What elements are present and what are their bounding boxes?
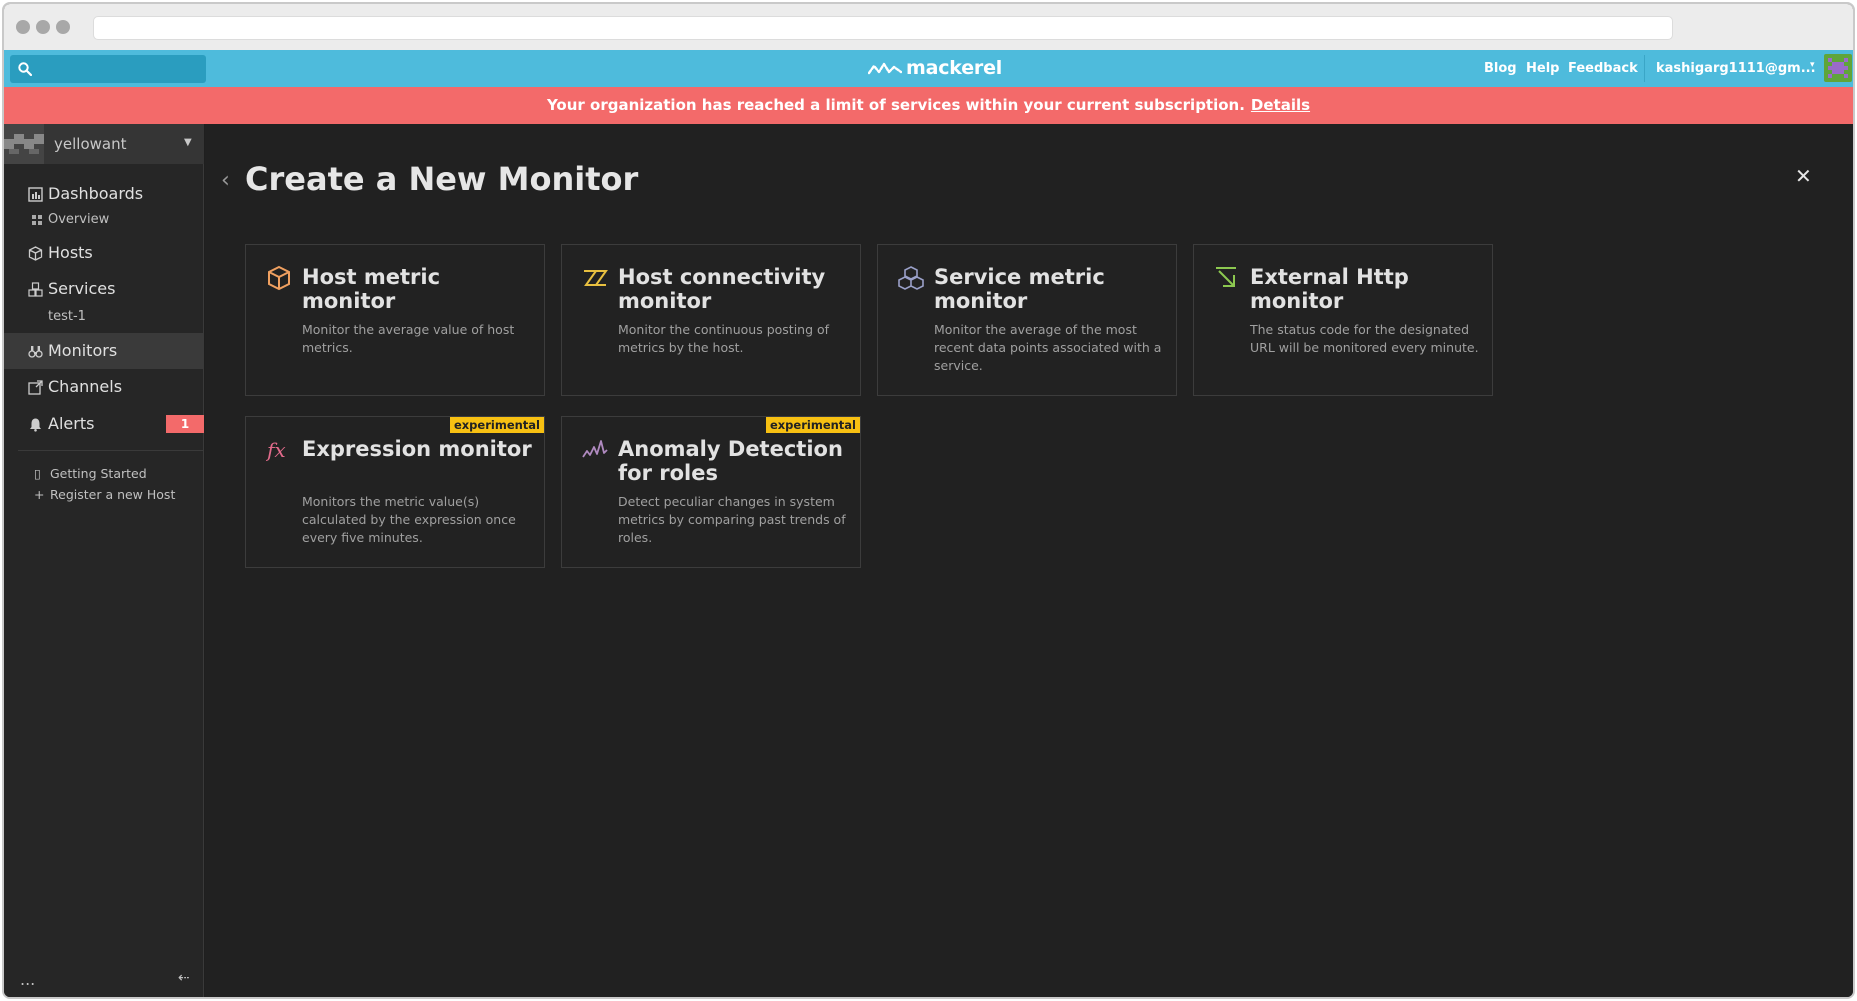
org-pixel-icon [4, 134, 44, 154]
dashboard-icon [28, 187, 43, 202]
back-arrow-icon[interactable]: ‹ [221, 168, 230, 193]
browser-chrome [4, 4, 1853, 50]
banner-details-link[interactable]: Details [1251, 96, 1310, 114]
monitor-card-expression[interactable]: experimental fx Expression monitor Monit… [245, 416, 545, 568]
sidebar-subitem-overview[interactable]: Overview [32, 212, 110, 227]
browser-window: mackerel Blog Help Feedback kashigarg111… [2, 2, 1855, 999]
card-description: Monitor the continuous posting of metric… [618, 322, 830, 355]
sidebar-item-label: Alerts [48, 414, 95, 433]
divider [1644, 55, 1645, 82]
sidebar-item-channels[interactable]: Channels [4, 369, 204, 405]
getting-started-link[interactable]: ▯ Getting Started [34, 466, 147, 481]
search-input[interactable] [10, 55, 206, 83]
card-description: Monitors the metric value(s) calculated … [302, 494, 516, 545]
banner-message: Your organization has reached a limit of… [546, 96, 1245, 114]
card-title: Expression monitor [302, 437, 532, 461]
window-minimize-dot[interactable] [36, 20, 50, 34]
sidebar-item-label: Dashboards [48, 184, 144, 203]
address-bar[interactable] [93, 16, 1673, 40]
window-maximize-dot[interactable] [56, 20, 70, 34]
monitor-card-anomaly-detection[interactable]: experimental Anomaly Detection for roles… [561, 416, 861, 568]
overview-label: Overview [48, 212, 110, 227]
window-close-dot[interactable] [16, 20, 30, 34]
org-name: yellowant [54, 135, 127, 153]
top-navbar: mackerel Blog Help Feedback kashigarg111… [4, 50, 1853, 87]
plus-icon: + [34, 487, 45, 502]
card-title: Host connectivity monitor [618, 265, 826, 313]
host-metric-icon [268, 265, 290, 291]
experimental-badge: experimental [765, 417, 860, 433]
card-title: Service metric monitor [934, 265, 1105, 313]
divider [18, 450, 204, 451]
sidebar-item-label: Services [48, 279, 116, 298]
external-http-icon [1216, 267, 1236, 287]
sidebar: yellowant ▼ Dashboards Overview Hosts Se… [4, 124, 204, 997]
expression-icon: fx [266, 438, 286, 462]
user-menu[interactable]: kashigarg1111@gm... [1656, 61, 1816, 76]
monitor-card-host-metric[interactable]: Host metric monitor Monitor the average … [245, 244, 545, 396]
logo-wave-icon [868, 62, 902, 75]
sidebar-item-hosts[interactable]: Hosts [4, 235, 204, 271]
monitor-card-host-connectivity[interactable]: Host connectivity monitor Monitor the co… [561, 244, 861, 396]
help-link[interactable]: Help [1526, 61, 1559, 76]
sidebar-item-dashboards[interactable]: Dashboards [4, 176, 204, 212]
caret-down-icon: ▼ [184, 137, 192, 148]
sidebar-item-services[interactable]: Services [4, 271, 204, 307]
main-content: ‹ Create a New Monitor ✕ Host metric mon… [205, 124, 1853, 997]
chevron-down-icon[interactable]: ▾ [1810, 60, 1815, 70]
experimental-badge: experimental [449, 417, 544, 433]
org-switcher[interactable]: yellowant ▼ [4, 124, 204, 164]
channel-icon [28, 380, 43, 395]
sidebar-subitem-service[interactable]: test-1 [48, 309, 86, 324]
sidebar-item-label: Channels [48, 377, 123, 396]
card-description: Detect peculiar changes in system metric… [618, 494, 846, 545]
feedback-link[interactable]: Feedback [1568, 61, 1638, 76]
page-title: Create a New Monitor [245, 160, 639, 198]
binoculars-icon [28, 346, 43, 358]
more-icon[interactable]: ... [20, 970, 35, 989]
avatar-pixel-icon [1828, 58, 1848, 78]
card-title: Host metric monitor [302, 265, 441, 313]
register-host-label: Register a new Host [50, 487, 176, 502]
card-description: Monitor the average value of host metric… [302, 322, 515, 355]
service-metric-icon [898, 266, 924, 290]
sidebar-item-label: Hosts [48, 243, 93, 262]
org-avatar [4, 124, 44, 164]
getting-started-label: Getting Started [50, 466, 147, 481]
monitor-card-external-http[interactable]: External Http monitor The status code fo… [1193, 244, 1493, 396]
collapse-sidebar-icon[interactable]: ⇠ [178, 970, 190, 986]
alerts-count-badge: 1 [166, 415, 204, 433]
mackerel-logo[interactable]: mackerel [868, 56, 1002, 80]
svg-text:fx: fx [266, 438, 286, 462]
services-icon [28, 282, 43, 297]
sidebar-item-alerts[interactable]: Alerts 1 [4, 406, 204, 442]
monitor-card-service-metric[interactable]: Service metric monitor Monitor the avera… [877, 244, 1177, 396]
card-description: Monitor the average of the most recent d… [934, 322, 1162, 373]
card-title: Anomaly Detection for roles [618, 437, 843, 485]
register-host-link[interactable]: + Register a new Host [34, 487, 175, 502]
grid-icon [32, 215, 42, 225]
avatar[interactable] [1824, 54, 1852, 82]
connectivity-icon [584, 270, 608, 286]
close-icon[interactable]: ✕ [1795, 164, 1812, 188]
card-title: External Http monitor [1250, 265, 1409, 313]
card-description: The status code for the designated URL w… [1250, 322, 1479, 355]
sidebar-item-label: Monitors [48, 341, 118, 360]
document-icon: ▯ [34, 466, 41, 481]
search-icon [18, 62, 32, 76]
subscription-alert-banner: Your organization has reached a limit of… [4, 87, 1853, 124]
logo-text: mackerel [906, 57, 1003, 79]
sidebar-item-monitors[interactable]: Monitors [4, 333, 204, 369]
cube-icon [28, 246, 43, 261]
anomaly-icon [582, 440, 608, 458]
blog-link[interactable]: Blog [1484, 61, 1517, 76]
bell-icon [30, 418, 41, 432]
